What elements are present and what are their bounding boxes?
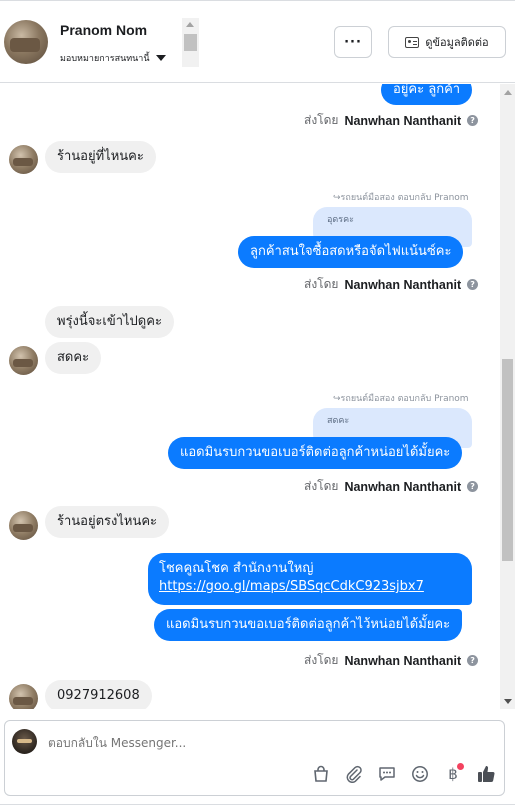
- assign-conversation-dropdown[interactable]: มอบหมายการสนทนานี้: [60, 51, 166, 65]
- reply-arrow-icon: ↪: [333, 193, 341, 203]
- message-text: อยู่คะ ลูกค้า: [393, 84, 461, 97]
- contact-avatar-small: [9, 346, 38, 375]
- message-text: พรุ่งนี้จะเข้าไปดูคะ: [57, 314, 162, 329]
- incoming-message[interactable]: ร้านอยู่ที่ไหนคะ: [45, 141, 156, 173]
- message-composer: ฿: [4, 720, 505, 796]
- contact-avatar-small: [9, 684, 38, 709]
- shopping-bag-icon[interactable]: [310, 763, 332, 785]
- message-text: สดคะ: [57, 350, 90, 365]
- message-text: โชคคูณโชค สำนักงานใหญ่: [159, 561, 314, 576]
- view-contact-info-button[interactable]: ดูข้อมูลติดต่อ: [388, 26, 506, 58]
- reply-arrow-icon: ↪: [333, 394, 341, 404]
- header-divider: [0, 0, 515, 4]
- emoji-icon[interactable]: [409, 763, 431, 785]
- saved-reply-icon[interactable]: [376, 763, 398, 785]
- bottom-divider: [0, 804, 515, 805]
- outgoing-message-with-link[interactable]: โชคคูณโชค สำนักงานใหญ่ https://goo.gl/ma…: [148, 553, 472, 605]
- scrollbar-thumb[interactable]: [184, 34, 197, 51]
- help-icon[interactable]: ?: [467, 481, 479, 492]
- help-icon[interactable]: ?: [467, 115, 479, 126]
- message-text: แอดมินรบกวนขอเบอร์ติดต่อลูกค้าหน่อยได้มั…: [180, 445, 451, 460]
- assign-label: มอบหมายการสนทนานี้: [60, 54, 150, 64]
- thumbs-up-icon[interactable]: [475, 763, 497, 785]
- reply-input[interactable]: [48, 736, 448, 750]
- contact-avatar[interactable]: [4, 20, 48, 64]
- reply-reference: ↪รถยนต์มือสอง ตอบกลับ Pranom: [333, 190, 469, 204]
- message-text: ร้านอยู่ที่ไหนคะ: [57, 149, 144, 164]
- incoming-message[interactable]: ร้านอยู่ตรงไหนคะ: [45, 506, 170, 538]
- scroll-down-arrow-icon[interactable]: [504, 699, 512, 704]
- outgoing-message[interactable]: ลูกค้าสนใจซื้อสดหรือจัดไฟแน้นซ์คะ: [238, 236, 464, 268]
- sent-by-label: ส่งโดย Nanwhan Nanthanit?: [304, 651, 479, 670]
- baht-payment-icon[interactable]: ฿: [442, 763, 464, 785]
- scroll-up-arrow-icon[interactable]: [504, 90, 512, 95]
- reply-reference-text: รถยนต์มือสอง ตอบกลับ Pranom: [340, 394, 469, 404]
- message-thread[interactable]: อยู่คะ ลูกค้า ส่งโดย Nanwhan Nanthanit? ร…: [0, 84, 500, 709]
- contact-card-icon: [405, 36, 420, 48]
- sender-name: Nanwhan Nanthanit: [344, 113, 462, 128]
- sent-by-prefix: ส่งโดย: [304, 277, 339, 291]
- outgoing-message[interactable]: อยู่คะ ลูกค้า: [381, 84, 473, 105]
- contact-avatar-small: [9, 145, 38, 174]
- reply-reference: ↪รถยนต์มือสอง ตอบกลับ Pranom: [333, 391, 469, 405]
- reply-reference-text: รถยนต์มือสอง ตอบกลับ Pranom: [340, 193, 469, 203]
- paperclip-icon[interactable]: [343, 763, 365, 785]
- help-icon[interactable]: ?: [467, 655, 479, 666]
- message-text: ลูกค้าสนใจซื้อสดหรือจัดไฟแน้นซ์คะ: [250, 244, 452, 259]
- sent-by-prefix: ส่งโดย: [304, 479, 339, 493]
- incoming-message[interactable]: พรุ่งนี้จะเข้าไปดูคะ: [45, 306, 174, 338]
- caret-down-icon: [155, 55, 166, 61]
- message-text: แอดมินรบกวนขอเบอร์ติดต่อลูกค้าไว้หน่อยได…: [166, 617, 451, 632]
- more-options-button[interactable]: ···: [334, 26, 372, 58]
- notification-dot: [457, 763, 464, 770]
- quoted-text: อุดรคะ: [327, 215, 354, 225]
- thread-scrollbar[interactable]: [500, 84, 515, 709]
- outgoing-message[interactable]: แอดมินรบกวนขอเบอร์ติดต่อลูกค้าหน่อยได้มั…: [168, 437, 463, 469]
- help-icon[interactable]: ?: [467, 279, 479, 290]
- contact-avatar-small: [9, 511, 38, 540]
- sent-by-prefix: ส่งโดย: [304, 653, 339, 667]
- conversation-header: Pranom Nom มอบหมายการสนทนานี้ ··· ดูข้อม…: [0, 0, 515, 83]
- more-options-label: ···: [344, 34, 362, 50]
- sent-by-label: ส่งโดย Nanwhan Nanthanit?: [304, 111, 479, 130]
- quoted-text: สดคะ: [327, 416, 350, 426]
- scroll-up-arrow-icon[interactable]: [186, 22, 194, 27]
- sender-name: Nanwhan Nanthanit: [344, 479, 462, 494]
- maps-link[interactable]: https://goo.gl/maps/SBSqcCdkC923sjbx7: [159, 578, 461, 596]
- sent-by-label: ส่งโดย Nanwhan Nanthanit?: [304, 275, 479, 294]
- sender-name: Nanwhan Nanthanit: [344, 277, 462, 292]
- sender-name: Nanwhan Nanthanit: [344, 653, 462, 668]
- outgoing-message[interactable]: แอดมินรบกวนขอเบอร์ติดต่อลูกค้าไว้หน่อยได…: [154, 609, 463, 641]
- header-scrollbar[interactable]: [182, 18, 199, 67]
- message-text: 0927912608: [57, 688, 140, 703]
- sent-by-prefix: ส่งโดย: [304, 113, 339, 127]
- incoming-message[interactable]: 0927912608: [45, 680, 152, 709]
- page-avatar: [12, 729, 37, 754]
- contact-name[interactable]: Pranom Nom: [60, 22, 147, 38]
- composer-toolbar: ฿: [310, 763, 497, 785]
- scrollbar-thumb[interactable]: [502, 359, 513, 561]
- incoming-message[interactable]: สดคะ: [45, 342, 102, 374]
- sent-by-label: ส่งโดย Nanwhan Nanthanit?: [304, 477, 479, 496]
- message-text: ร้านอยู่ตรงไหนคะ: [57, 514, 158, 529]
- view-contact-info-label: ดูข้อมูลติดต่อ: [425, 36, 489, 49]
